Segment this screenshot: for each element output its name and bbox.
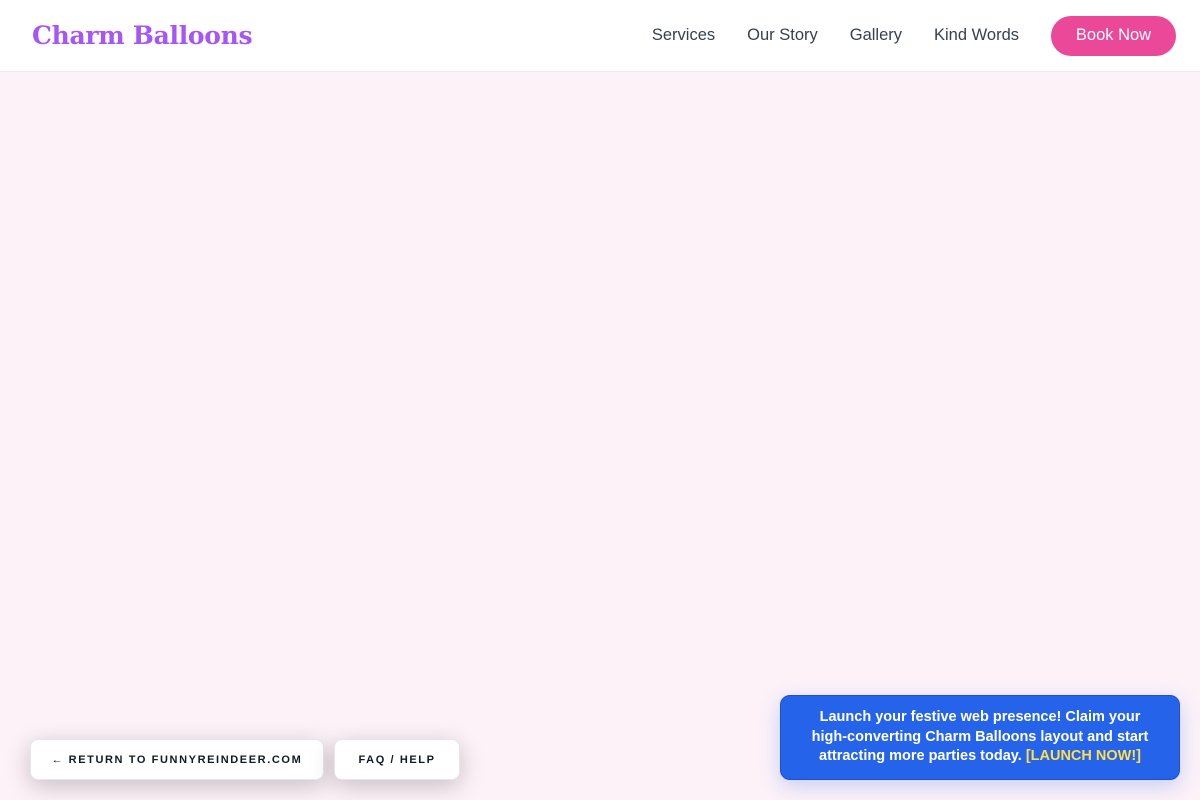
nav-link-services[interactable]: Services xyxy=(652,26,715,45)
main-nav: Services Our Story Gallery Kind Words Bo… xyxy=(652,15,1176,56)
nav-link-gallery[interactable]: Gallery xyxy=(850,26,902,45)
main-content xyxy=(0,72,1200,800)
nav-link-our-story[interactable]: Our Story xyxy=(747,26,818,45)
nav-link-kind-words[interactable]: Kind Words xyxy=(934,26,1019,45)
promo-banner: Launch your festive web presence! Claim … xyxy=(780,695,1180,780)
site-header: Charm Balloons Services Our Story Galler… xyxy=(0,0,1200,72)
launch-now-link[interactable]: [LAUNCH NOW!] xyxy=(1026,748,1141,764)
arrow-left-icon: ← xyxy=(51,753,63,766)
return-to-site-button[interactable]: ← RETURN TO FUNNYREINDEER.COM xyxy=(30,739,324,780)
promo-text: Launch your festive web presence! Claim … xyxy=(801,708,1159,767)
faq-help-button[interactable]: FAQ / HELP xyxy=(334,739,460,780)
faq-help-label: FAQ / HELP xyxy=(358,753,436,766)
brand-logo[interactable]: Charm Balloons xyxy=(32,21,253,50)
book-now-button[interactable]: Book Now xyxy=(1051,15,1176,56)
return-to-site-label: RETURN TO FUNNYREINDEER.COM xyxy=(68,753,303,766)
